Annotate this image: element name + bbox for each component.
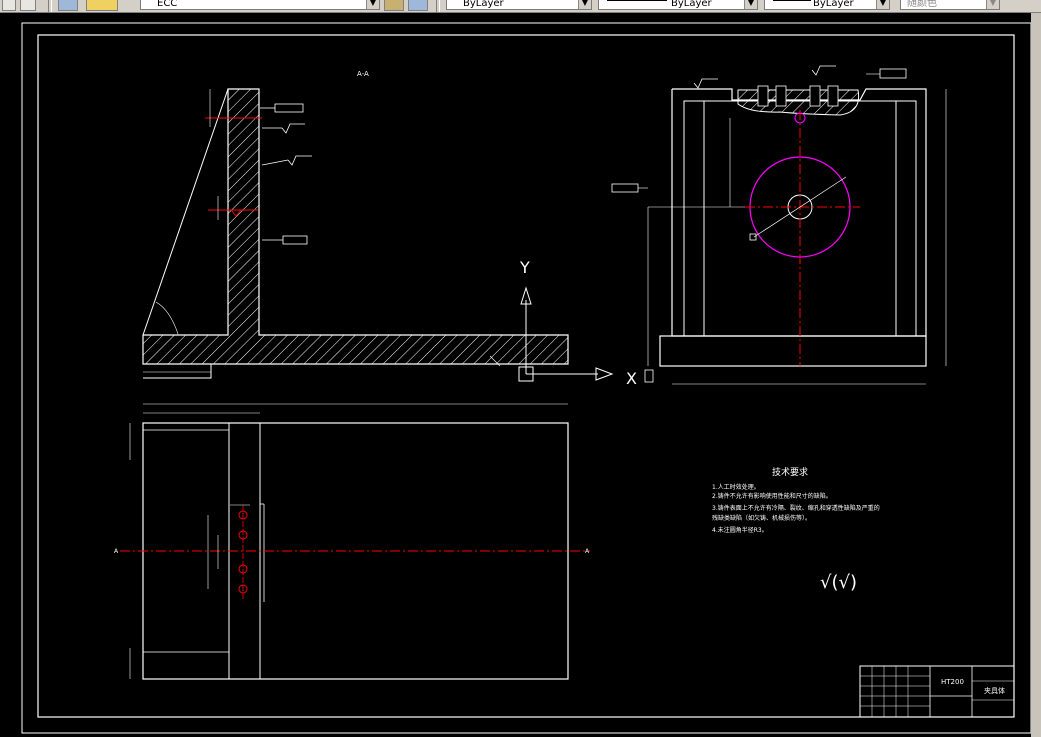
tech-note-1: 1.人工时效处理。 [712,483,760,491]
chevron-down-icon[interactable]: ▼ [366,0,379,9]
tech-title: 技术要求 [772,466,808,478]
layer-previous-icon[interactable] [408,0,428,11]
plotstyle-combo[interactable]: 随颜色 ▼ [900,0,1000,10]
layer-manager-icon[interactable] [58,0,78,11]
linetype-preview [607,0,667,1]
plotstyle-combo-value: 随颜色 [907,0,937,9]
axis-y-label: Y [519,258,530,277]
lineweight-combo-value: ByLayer [813,0,854,9]
material-label: HT200 [941,678,964,686]
tech-note-2: 2.铸件不允许有影响使用性能和尺寸的缺陷。 [712,492,832,500]
tech-note-4: 残缺类缺陷（如欠铸、机械损伤等）。 [712,514,811,522]
toolbar-button-2[interactable] [20,0,36,11]
top-hatch [737,89,860,116]
chevron-down-icon[interactable]: ▼ [578,0,591,9]
roughness-note: √(√) [820,572,857,593]
make-current-icon[interactable] [384,0,404,11]
tech-note-3: 3.铸件表面上不允许有冷隔、裂纹、缩孔和穿透性缺陷及严重的 [712,504,880,512]
part-name-label: 夹具体 [984,686,1005,695]
layer-combo[interactable]: ECC ▼ [140,0,380,10]
toolbar-separator [48,0,52,12]
chevron-down-icon[interactable]: ▼ [744,0,757,9]
linetype-combo-value: ByLayer [671,0,712,9]
toolbar: ECC ▼ ByLayer ▼ ByLayer ▼ ByLayer ▼ 随颜色 … [0,0,1041,13]
drawing-canvas[interactable]: A-A Y X A A 技术要求 1.人工时效处理。 2.铸件不允许有影响使用性… [0,13,1031,737]
chevron-down-icon[interactable]: ▼ [986,0,999,9]
color-combo[interactable]: ByLayer ▼ [446,0,592,10]
linetype-combo[interactable]: ByLayer ▼ [598,0,758,10]
chevron-down-icon[interactable]: ▼ [876,0,889,9]
axis-x-label: X [626,369,637,388]
toolbar-separator [436,0,440,12]
section-label: A-A [357,70,369,78]
lineweight-preview [773,0,811,1]
layer-state-icon[interactable] [86,0,118,11]
lineweight-combo[interactable]: ByLayer ▼ [764,0,890,10]
toolbar-button-1[interactable] [2,0,16,11]
vertical-scrollbar[interactable] [1031,13,1041,737]
color-combo-value: ByLayer [463,0,504,9]
layer-combo-value: ECC [157,0,178,9]
tech-note-5: 4.未注圆角半径R3。 [712,526,768,534]
